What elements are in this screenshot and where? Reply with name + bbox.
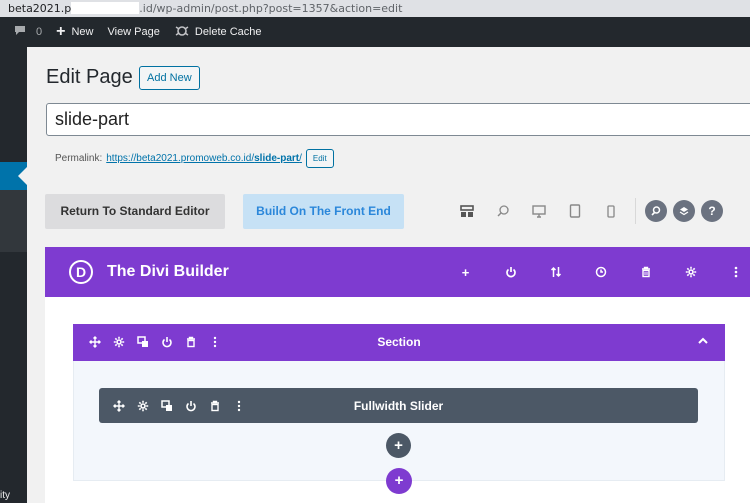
- permalink-row: Permalink: https://beta2021.promoweb.co.…: [55, 149, 334, 168]
- new-content-menu[interactable]: + New: [56, 23, 93, 41]
- browser-url-bar[interactable]: beta2021.p .id/wp-admin/post.php?post=135…: [0, 0, 750, 17]
- admin-sidebar: ity: [0, 47, 27, 503]
- permalink-label: Permalink:: [55, 153, 103, 164]
- sidebar-text-fragment: ity: [0, 490, 10, 501]
- divi-logo-icon: D: [69, 260, 93, 284]
- help-icon[interactable]: ?: [701, 200, 723, 222]
- wireframe-view-icon[interactable]: [455, 199, 479, 223]
- chevron-up-icon[interactable]: [695, 333, 711, 349]
- comment-icon: [14, 25, 26, 39]
- post-title-input[interactable]: slide-part: [46, 103, 750, 136]
- desktop-view-icon[interactable]: [527, 199, 551, 223]
- delete-cache-link[interactable]: Delete Cache: [174, 25, 262, 40]
- wp-admin-bar: 0 + New View Page Delete Cache: [0, 17, 750, 47]
- history-icon[interactable]: [578, 260, 623, 284]
- url-prefix: beta2021.p: [8, 2, 72, 15]
- view-mode-toolbar: ?: [455, 198, 729, 224]
- divi-builder-header: D The Divi Builder +: [45, 247, 750, 297]
- new-label: New: [71, 26, 94, 38]
- build-on-front-end-button[interactable]: Build On The Front End: [243, 194, 404, 229]
- trash-icon[interactable]: [623, 260, 668, 284]
- return-to-standard-editor-button[interactable]: Return To Standard Editor: [45, 194, 225, 229]
- more-icon[interactable]: [713, 260, 750, 284]
- layers-icon[interactable]: [673, 200, 695, 222]
- add-section-button[interactable]: +: [386, 468, 412, 494]
- add-icon[interactable]: +: [443, 260, 488, 284]
- view-page-label: View Page: [107, 26, 160, 38]
- url-redaction: [71, 2, 140, 14]
- page-title: Edit Page: [46, 66, 133, 88]
- active-menu-arrow: [18, 167, 27, 185]
- search-icon[interactable]: [645, 200, 667, 222]
- toolbar-divider: [635, 198, 636, 224]
- divi-builder-toolbar: +: [443, 260, 750, 284]
- delete-cache-label: Delete Cache: [194, 26, 262, 38]
- comments-count: 0: [36, 26, 43, 38]
- page-root: beta2021.p .id/wp-admin/post.php?post=135…: [0, 0, 750, 503]
- module-label: Fullwidth Slider: [353, 399, 444, 413]
- section-label: Section: [377, 335, 421, 349]
- tablet-view-icon[interactable]: [563, 199, 587, 223]
- sidebar-submenu[interactable]: [0, 190, 27, 252]
- cache-icon: [174, 25, 190, 40]
- power-icon[interactable]: [488, 260, 533, 284]
- section-header[interactable]: Section: [73, 324, 725, 361]
- add-module-button[interactable]: +: [386, 433, 411, 458]
- permalink-slug: slide-part: [254, 153, 300, 164]
- plus-icon: +: [56, 23, 66, 40]
- add-new-button[interactable]: Add New: [139, 66, 200, 90]
- view-page-link[interactable]: View Page: [107, 26, 159, 38]
- permalink-edit-button[interactable]: Edit: [305, 149, 334, 168]
- settings-icon[interactable]: [668, 260, 713, 284]
- comments-menu[interactable]: 0: [14, 25, 42, 39]
- phone-view-icon[interactable]: [599, 199, 623, 223]
- divi-builder-title: The Divi Builder: [107, 263, 229, 280]
- permalink-base: https://beta2021.promoweb.co.id/: [106, 153, 255, 164]
- permalink-link[interactable]: https://beta2021.promoweb.co.id/slide-pa…: [106, 153, 302, 164]
- zoom-out-icon[interactable]: [491, 199, 515, 223]
- sort-icon[interactable]: [533, 260, 578, 284]
- permalink-trailing: /: [299, 153, 302, 164]
- module-fullwidth-slider[interactable]: Fullwidth Slider: [99, 388, 698, 423]
- url-suffix: .id/wp-admin/post.php?post=1357&action=e…: [139, 2, 403, 15]
